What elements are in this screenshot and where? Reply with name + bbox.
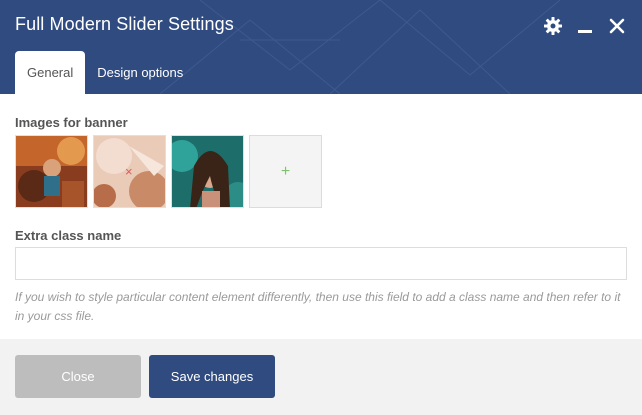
gear-icon[interactable] [542, 15, 564, 37]
modal-header: Full Modern Slider Settings General Desi… [0, 0, 642, 94]
extra-class-input[interactable] [15, 247, 627, 280]
extra-class-label: Extra class name [15, 228, 122, 243]
extra-class-help: If you wish to style particular content … [15, 290, 621, 323]
tab-general[interactable]: General [15, 51, 86, 94]
save-changes-button[interactable]: Save changes [149, 355, 275, 398]
banner-image-2[interactable]: × [93, 135, 166, 208]
banner-image-3[interactable] [171, 135, 244, 208]
modal-footer: Close Save changes [0, 339, 642, 415]
remove-image-icon[interactable]: × [125, 165, 133, 178]
close-icon[interactable] [606, 15, 628, 37]
tab-design-options[interactable]: Design options [85, 51, 195, 94]
add-image-button[interactable]: + [249, 135, 322, 208]
minimize-icon[interactable] [574, 15, 596, 37]
modal-title: Full Modern Slider Settings [15, 14, 234, 34]
modal-body: Images for banner × + Extra class name I… [0, 94, 642, 339]
images-label: Images for banner [15, 115, 128, 130]
banner-image-1[interactable] [15, 135, 88, 208]
close-button[interactable]: Close [15, 355, 141, 398]
image-gallery: × + [15, 135, 322, 208]
tab-bar: General Design options [15, 51, 195, 94]
